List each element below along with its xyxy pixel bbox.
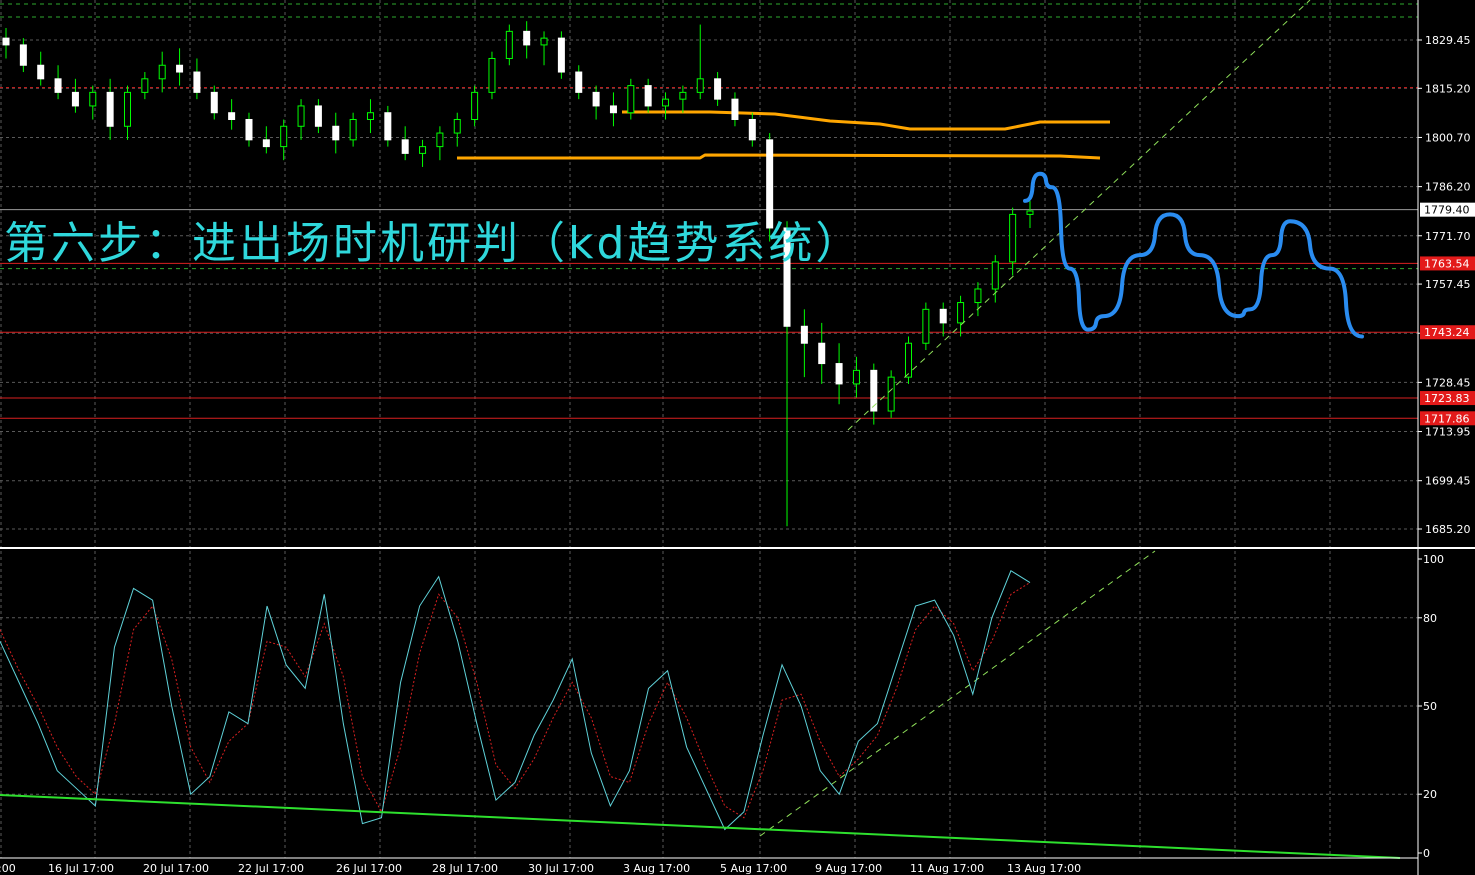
date-label: 26 Jul 17:00 — [336, 862, 402, 875]
candle-body — [471, 91, 479, 120]
candle-body — [523, 30, 531, 46]
candle-body — [627, 85, 635, 114]
candle-body — [54, 78, 62, 93]
candle-body — [748, 118, 756, 141]
oscillator-tick-label: 20 — [1423, 788, 1437, 801]
candle-body — [384, 112, 392, 141]
date-label-clipped: :00 — [0, 862, 16, 875]
chart-annotation: 第六步：进出场时机研判（kd趋势系统） — [4, 218, 863, 269]
date-label: 22 Jul 17:00 — [238, 862, 304, 875]
candle-body — [766, 139, 774, 229]
candle-body — [2, 37, 10, 46]
candle-body — [332, 125, 340, 141]
price-tick-label: 1786.20 — [1425, 181, 1471, 194]
date-label: 3 Aug 17:00 — [623, 862, 690, 875]
candle-body — [419, 146, 427, 154]
candle-body — [662, 98, 670, 107]
candle-body — [818, 342, 826, 365]
price-tick-label: 1728.45 — [1425, 376, 1471, 389]
candle-body — [71, 91, 79, 107]
date-label: 11 Aug 17:00 — [910, 862, 984, 875]
level-tag-label: 1743.24 — [1424, 326, 1470, 339]
candle-body — [228, 112, 236, 120]
candle-body — [123, 91, 131, 127]
trading-chart: 1829.45 1815.20 1800.70 1786.20 1771.70 1757.… — [0, 0, 1475, 875]
candle-body — [714, 78, 722, 100]
candle-body — [922, 308, 930, 344]
time-axis-labels: 16 Jul 17:00 20 Jul 17:00 22 Jul 17:00 26 J… — [0, 862, 1081, 875]
current-price-label: 1779.40 — [1424, 204, 1470, 217]
candle-body — [89, 91, 97, 107]
candle-body — [609, 105, 617, 114]
candle-body — [366, 112, 374, 120]
oscillator-tick-label: 50 — [1423, 700, 1437, 713]
candle-body — [280, 125, 288, 148]
candle-body — [210, 91, 218, 114]
candle-body — [1026, 210, 1034, 215]
candle-body — [141, 78, 149, 93]
candle-body — [314, 105, 322, 127]
candle-body — [297, 105, 305, 127]
candle-body — [939, 308, 947, 324]
candle-body — [991, 261, 999, 290]
candle-body — [592, 91, 600, 107]
candle-body — [158, 64, 166, 80]
price-tick-label: 1685.20 — [1425, 523, 1471, 536]
candle-body — [436, 132, 444, 148]
candle-body — [37, 64, 45, 80]
candle-body — [106, 91, 114, 127]
candle-body — [488, 57, 496, 93]
date-label: 20 Jul 17:00 — [143, 862, 209, 875]
candle-body — [870, 369, 878, 412]
candle-body — [401, 139, 409, 154]
oscillator-tick-label: 0 — [1423, 847, 1430, 860]
candle-body — [245, 118, 253, 141]
candle-body — [505, 30, 513, 59]
candle-body — [1009, 213, 1017, 263]
candle-body — [679, 91, 687, 100]
price-tick-label: 1771.70 — [1425, 230, 1471, 243]
candle-body — [644, 85, 652, 107]
candle-body — [905, 342, 913, 378]
date-label: 5 Aug 17:00 — [720, 862, 787, 875]
price-tick-label: 1699.45 — [1425, 475, 1471, 488]
candle-body — [262, 139, 270, 148]
candle-body — [557, 37, 565, 73]
candle-body — [974, 288, 982, 304]
oscillator-tick-label: 100 — [1423, 553, 1444, 566]
candle-body — [19, 44, 27, 66]
price-tick-label: 1713.95 — [1425, 426, 1471, 439]
candle-body — [575, 71, 583, 93]
candle-body — [852, 369, 860, 385]
level-tag-label: 1723.83 — [1424, 392, 1470, 405]
price-tick-label: 1829.45 — [1425, 34, 1471, 47]
date-label: 13 Aug 17:00 — [1007, 862, 1081, 875]
price-tick-label: 1815.20 — [1425, 82, 1471, 95]
candle-body — [540, 37, 548, 46]
date-label: 16 Jul 17:00 — [48, 862, 114, 875]
candle-body — [176, 64, 184, 73]
candle-body — [835, 363, 843, 385]
date-label: 28 Jul 17:00 — [432, 862, 498, 875]
candle-body — [193, 71, 201, 93]
level-tag-label: 1717.86 — [1424, 412, 1470, 425]
level-tag-label: 1763.54 — [1424, 257, 1470, 270]
candle-body — [453, 118, 461, 134]
chart-background — [0, 0, 1475, 875]
candle-body — [887, 376, 895, 412]
candle-body — [349, 118, 357, 141]
candle-body — [800, 325, 808, 344]
date-label: 9 Aug 17:00 — [815, 862, 882, 875]
price-tick-label: 1800.70 — [1425, 131, 1471, 144]
candle-body — [731, 98, 739, 120]
oscillator-tick-label: 80 — [1423, 612, 1437, 625]
candle-body — [696, 78, 704, 93]
price-tick-label: 1757.45 — [1425, 278, 1471, 291]
date-label: 30 Jul 17:00 — [528, 862, 594, 875]
candle-body — [957, 302, 965, 324]
